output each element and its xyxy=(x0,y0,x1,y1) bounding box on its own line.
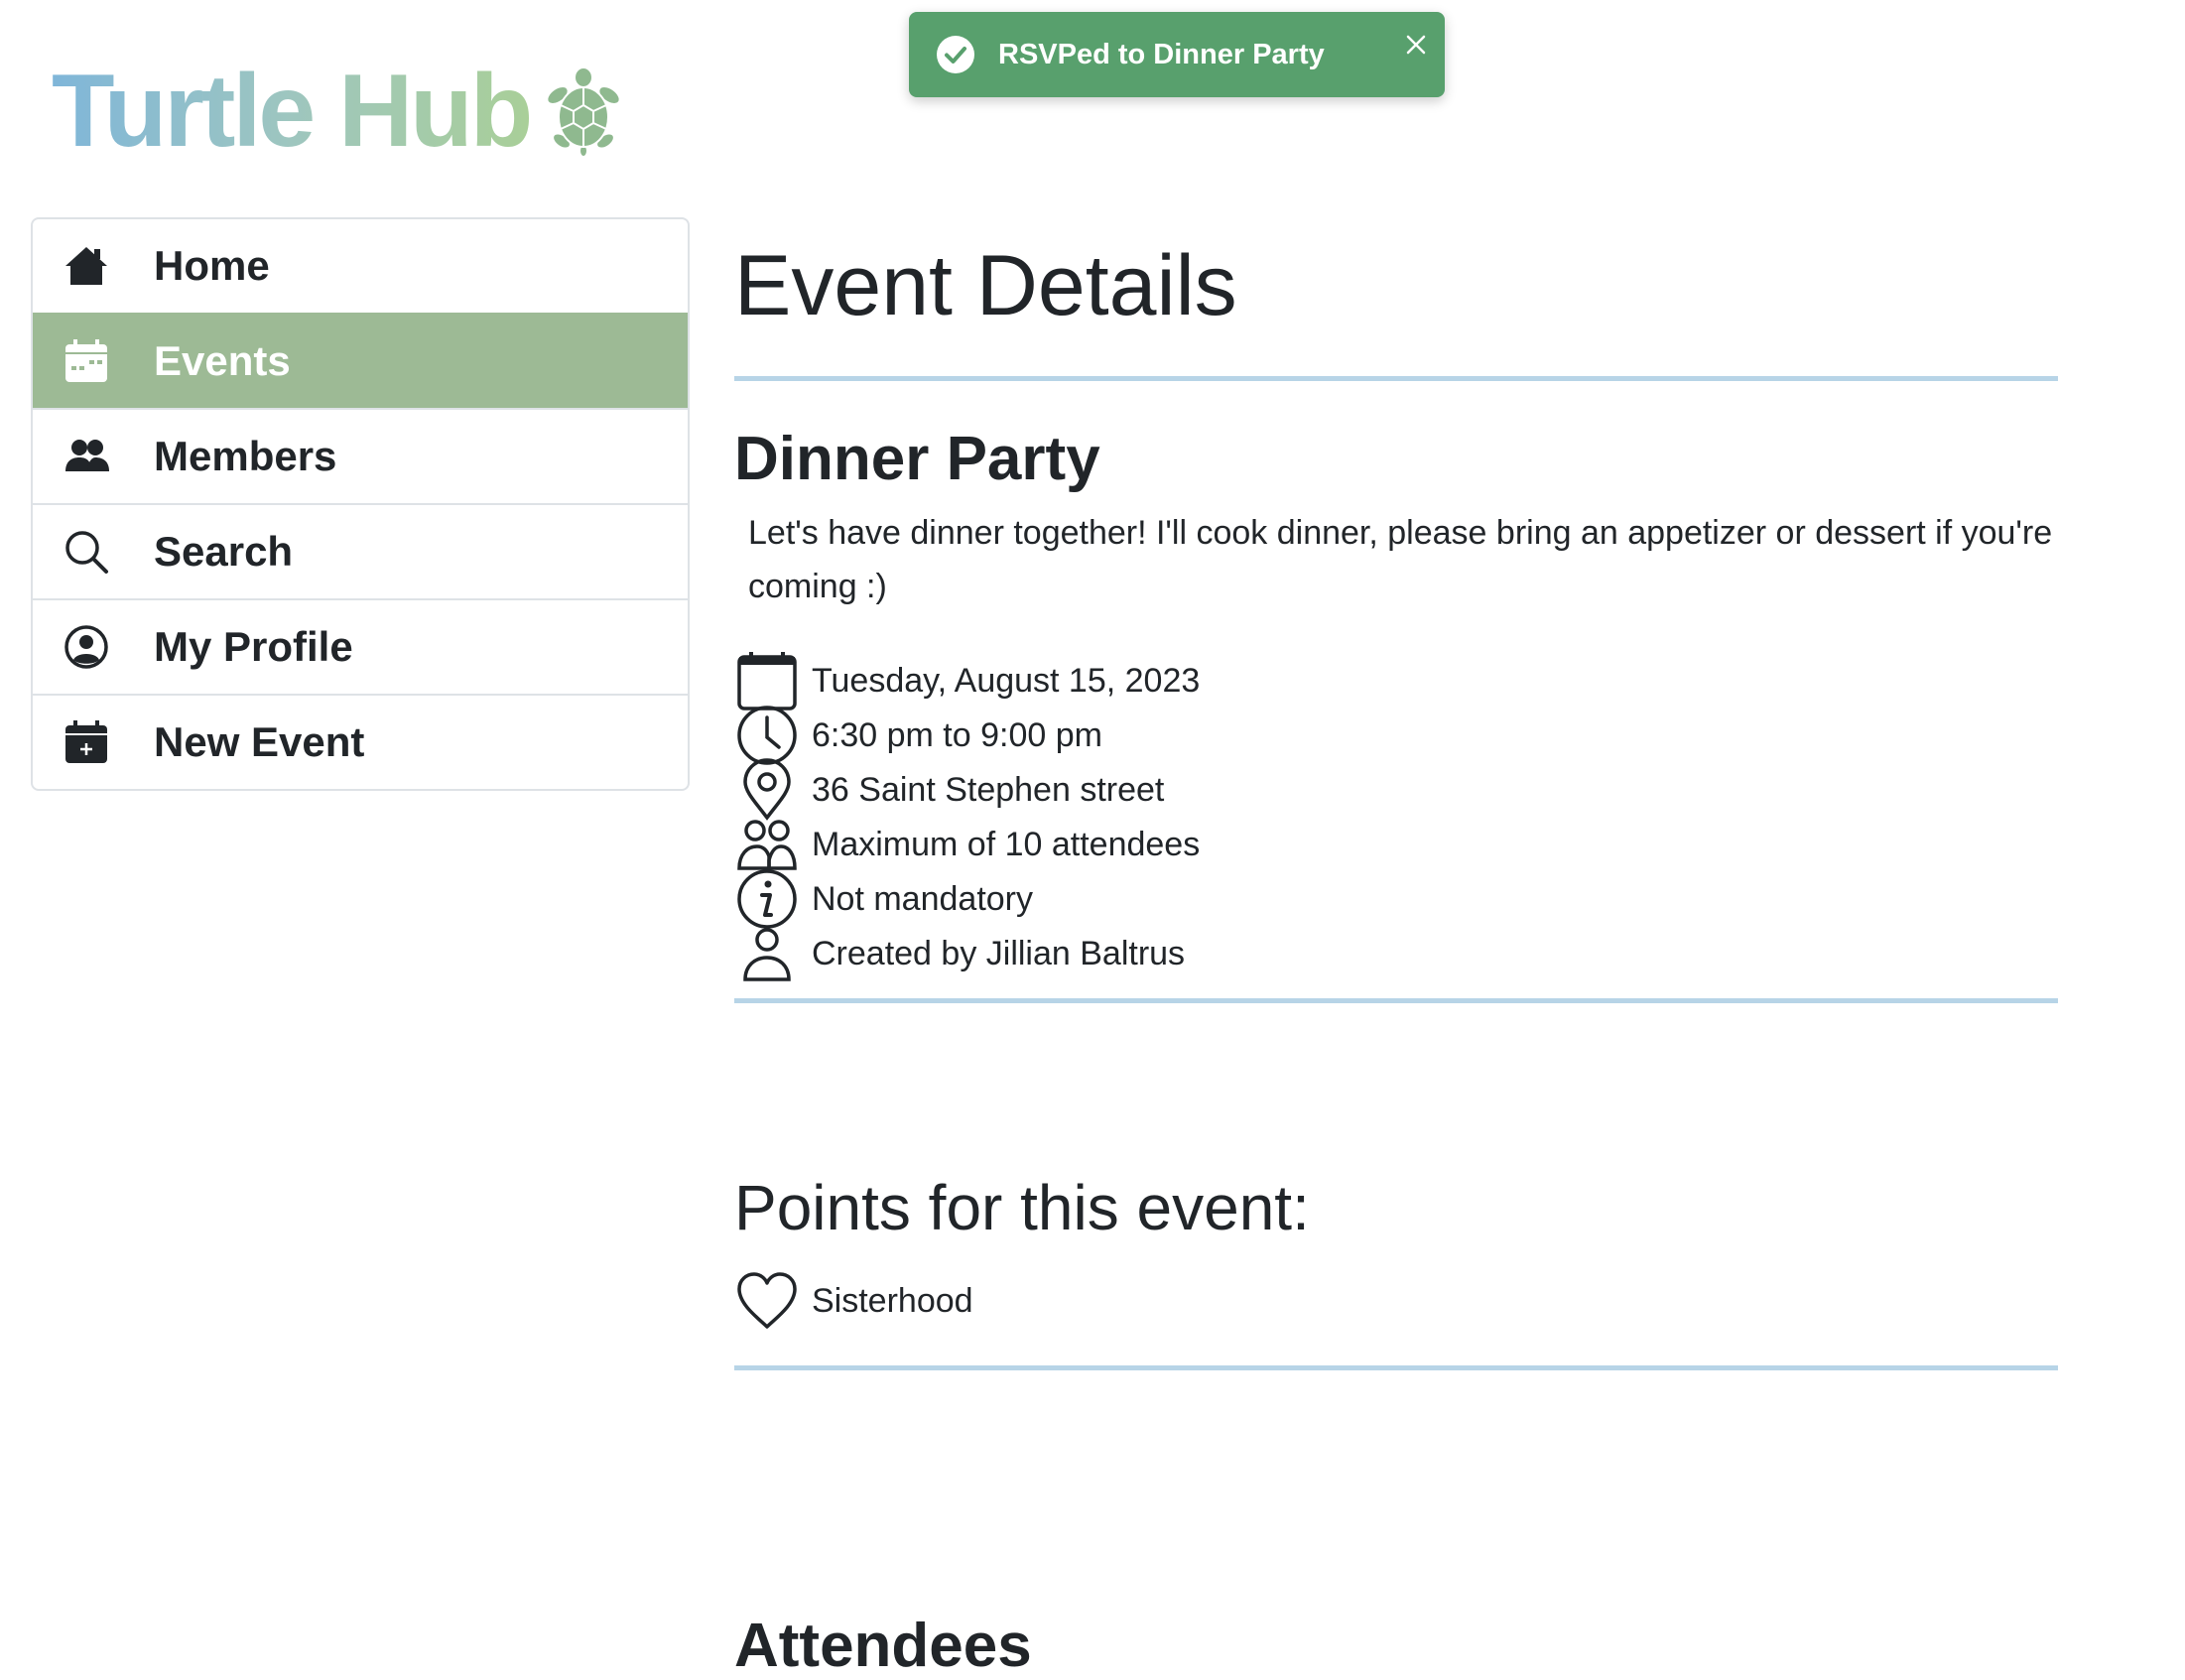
event-date-text: Tuesday, August 15, 2023 xyxy=(812,661,1201,700)
toast-message: RSVPed to Dinner Party xyxy=(998,38,1325,70)
divider xyxy=(734,1365,2058,1370)
sidebar-item-events[interactable]: Events xyxy=(33,313,688,408)
sidebar-item-label: Home xyxy=(154,242,270,289)
sidebar-item-label: My Profile xyxy=(154,623,353,670)
heart-icon xyxy=(734,1268,800,1334)
event-creator-text: Created by Jillian Baltrus xyxy=(812,934,1186,972)
turtle-logo-icon xyxy=(546,66,621,157)
calendar-plus-icon xyxy=(63,718,110,766)
sidebar-item-label: Members xyxy=(154,433,337,479)
sidebar-item-label: Events xyxy=(154,337,291,384)
calendar-icon xyxy=(63,337,110,385)
logo-text: Turtle Hub xyxy=(52,54,533,169)
event-creator: Created by Jillian Baltrus xyxy=(734,921,1185,986)
event-title: Dinner Party xyxy=(734,425,1100,493)
divider xyxy=(734,998,2058,1003)
event-location-text: 36 Saint Stephen street xyxy=(812,770,1165,809)
divider xyxy=(734,376,2058,381)
sidebar-item-label: New Event xyxy=(154,718,365,765)
sidebar-item-my-profile[interactable]: My Profile xyxy=(33,598,688,694)
event-mandatory-text: Not mandatory xyxy=(812,879,1033,918)
person-icon xyxy=(734,921,800,986)
points-item: Sisterhood xyxy=(734,1268,973,1334)
search-icon xyxy=(63,528,110,576)
person-circle-icon xyxy=(63,623,110,671)
house-icon xyxy=(63,242,110,290)
points-heading: Points for this event: xyxy=(734,1172,1310,1243)
people-icon xyxy=(63,433,110,480)
points-item-text: Sisterhood xyxy=(812,1281,973,1320)
page-title: Event Details xyxy=(734,238,1237,333)
event-capacity-text: Maximum of 10 attendees xyxy=(812,825,1201,863)
event-time-text: 6:30 pm to 9:00 pm xyxy=(812,715,1102,754)
sidebar-nav: Home Events Members Search My Profile Ne… xyxy=(31,217,690,791)
rsvp-toast: RSVPed to Dinner Party xyxy=(909,12,1445,97)
event-description: Let's have dinner together! I'll cook di… xyxy=(748,514,2053,605)
app-logo[interactable]: Turtle Hub xyxy=(52,52,623,171)
sidebar-item-home[interactable]: Home xyxy=(33,219,688,313)
sidebar-item-label: Search xyxy=(154,528,294,575)
check-circle-icon xyxy=(937,36,974,73)
close-icon[interactable] xyxy=(1403,32,1429,58)
sidebar-item-new-event[interactable]: New Event xyxy=(33,694,688,789)
sidebar-item-members[interactable]: Members xyxy=(33,408,688,503)
attendees-heading: Attendees xyxy=(734,1612,1032,1680)
sidebar-item-search[interactable]: Search xyxy=(33,503,688,598)
